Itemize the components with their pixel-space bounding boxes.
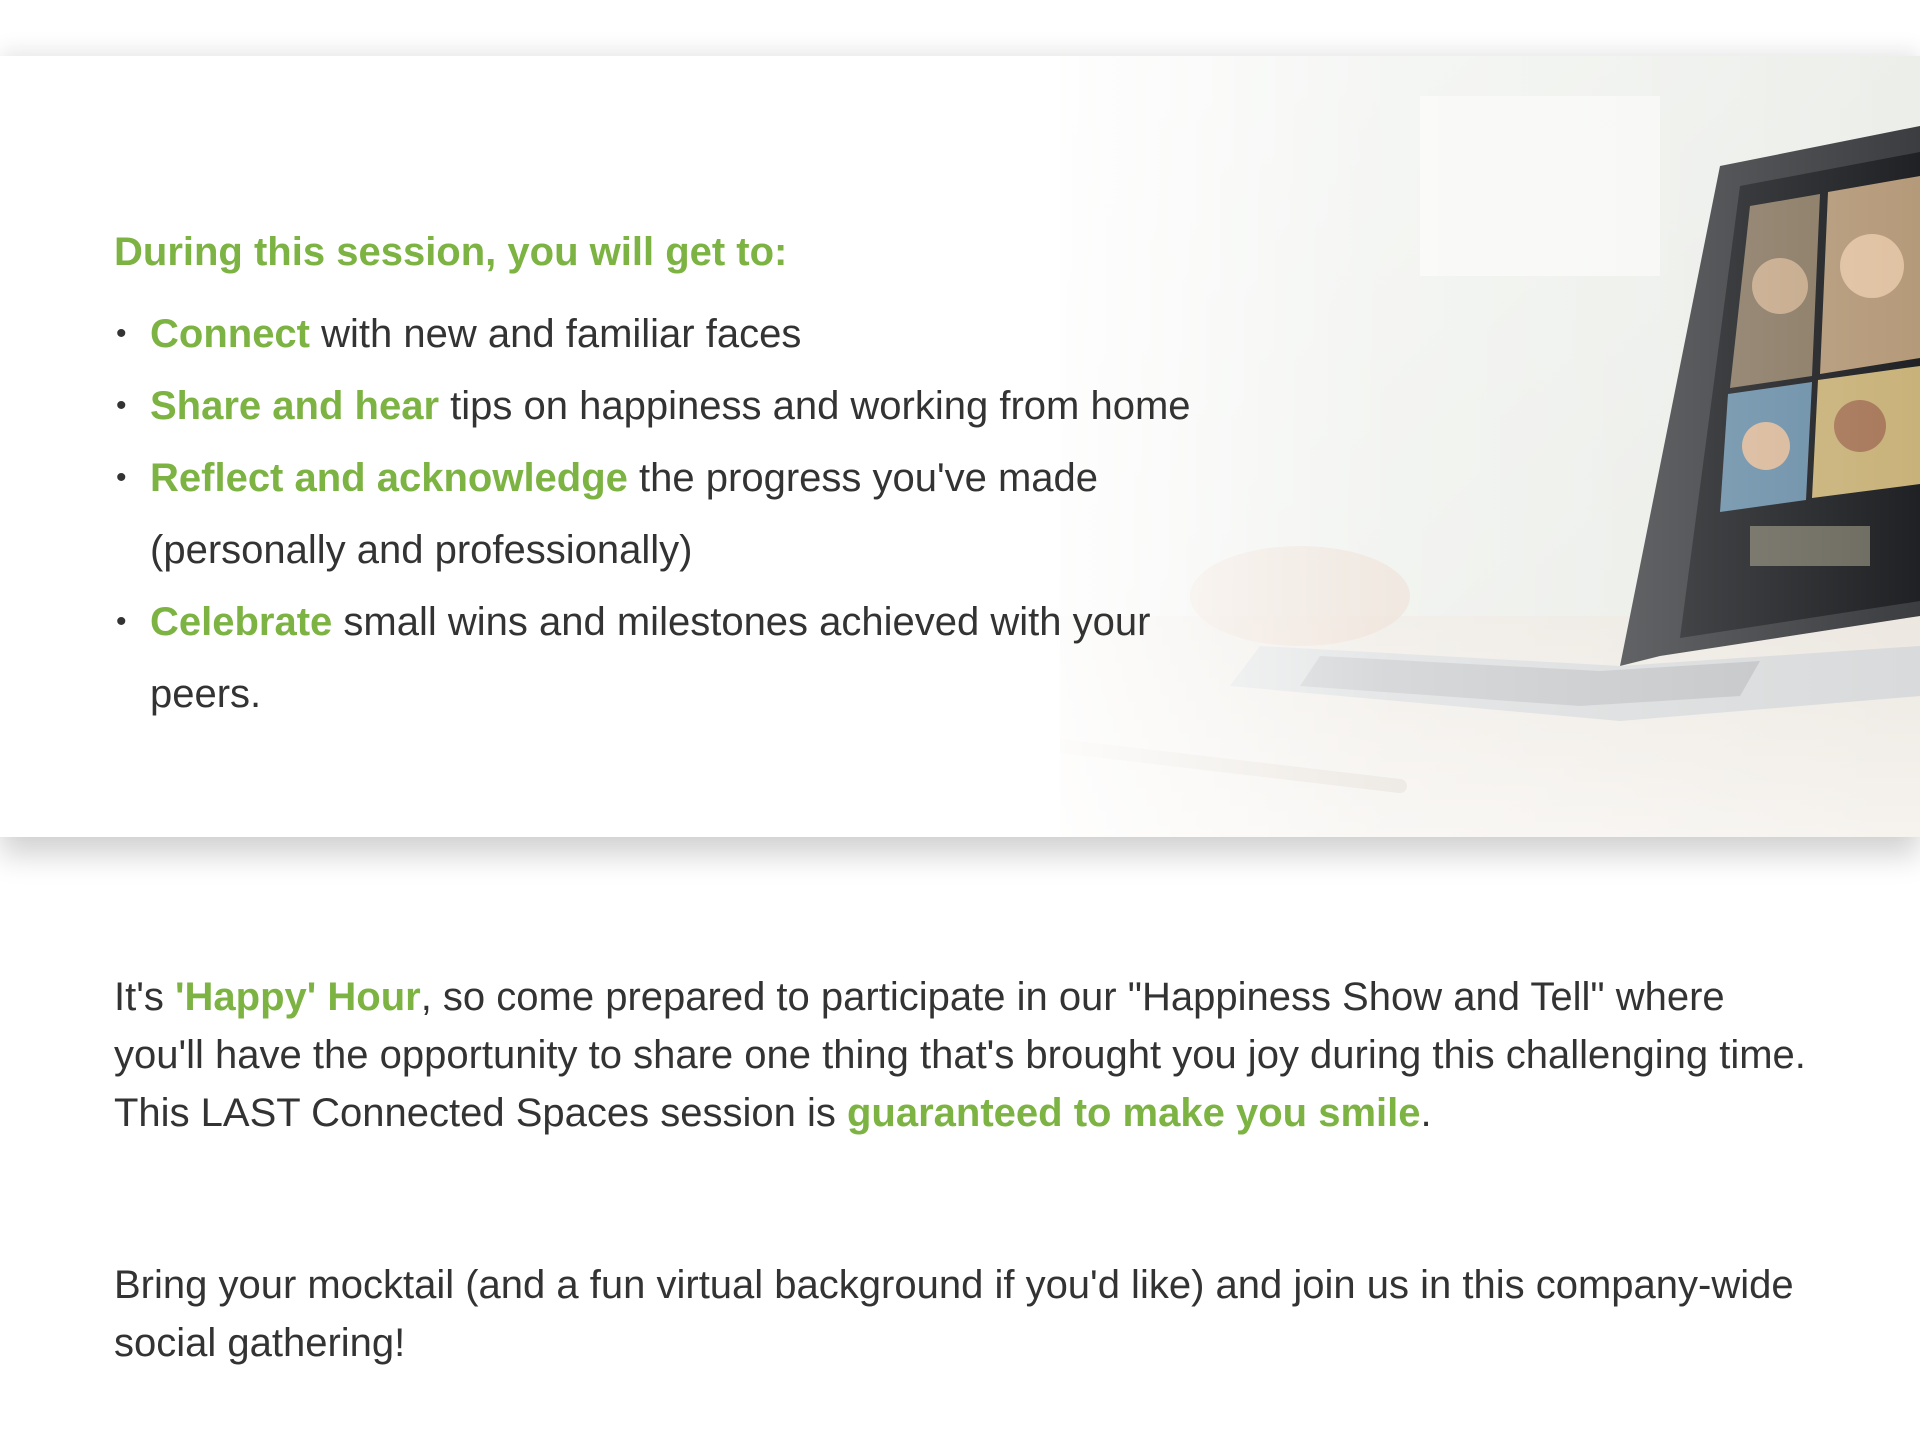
top-strip [0, 0, 1920, 56]
benefits-list: • Connect with new and familiar faces • … [114, 298, 1364, 730]
smile-highlight: guaranteed to make you smile [846, 1091, 1421, 1135]
page: During this session, you will get to: • … [0, 0, 1920, 1437]
bullet-text: small wins and milestones achieved with … [332, 600, 1151, 644]
bullet-text: tips on happiness and working from home [439, 384, 1191, 428]
paragraph-text: . [1420, 1091, 1432, 1135]
happy-hour-highlight: 'Happy' Hour [174, 975, 421, 1019]
list-item: • Share and hear tips on happiness and w… [114, 370, 1364, 442]
happy-hour-paragraph: It's 'Happy' Hour, so come prepared to p… [114, 968, 1814, 1142]
list-item: • Reflect and acknowledge the progress y… [114, 442, 1364, 586]
bullet-icon: • [116, 389, 127, 422]
bullet-highlight: Connect [150, 312, 310, 356]
paragraph-text: It's [114, 975, 175, 1019]
session-benefits: During this session, you will get to: • … [114, 226, 1364, 730]
bullet-text-continued: peers. [150, 672, 262, 716]
bullet-text: the progress you've made [627, 456, 1099, 500]
session-intro-heading: During this session, you will get to: [114, 230, 788, 274]
list-item: • Connect with new and familiar faces [114, 298, 1364, 370]
bullet-highlight: Reflect and acknowledge [150, 456, 628, 500]
session-banner: During this session, you will get to: • … [0, 56, 1920, 837]
mocktail-paragraph: Bring your mocktail (and a fun virtual b… [114, 1263, 1794, 1365]
bullet-text-continued: (personally and professionally) [150, 528, 693, 572]
bullet-highlight: Celebrate [150, 600, 333, 644]
bullet-icon: • [116, 605, 127, 638]
bullet-icon: • [116, 461, 127, 494]
list-item: • Celebrate small wins and milestones ac… [114, 586, 1364, 730]
bullet-highlight: Share and hear [150, 384, 440, 428]
bullet-icon: • [116, 317, 127, 350]
bullet-text: with new and familiar faces [310, 312, 802, 356]
